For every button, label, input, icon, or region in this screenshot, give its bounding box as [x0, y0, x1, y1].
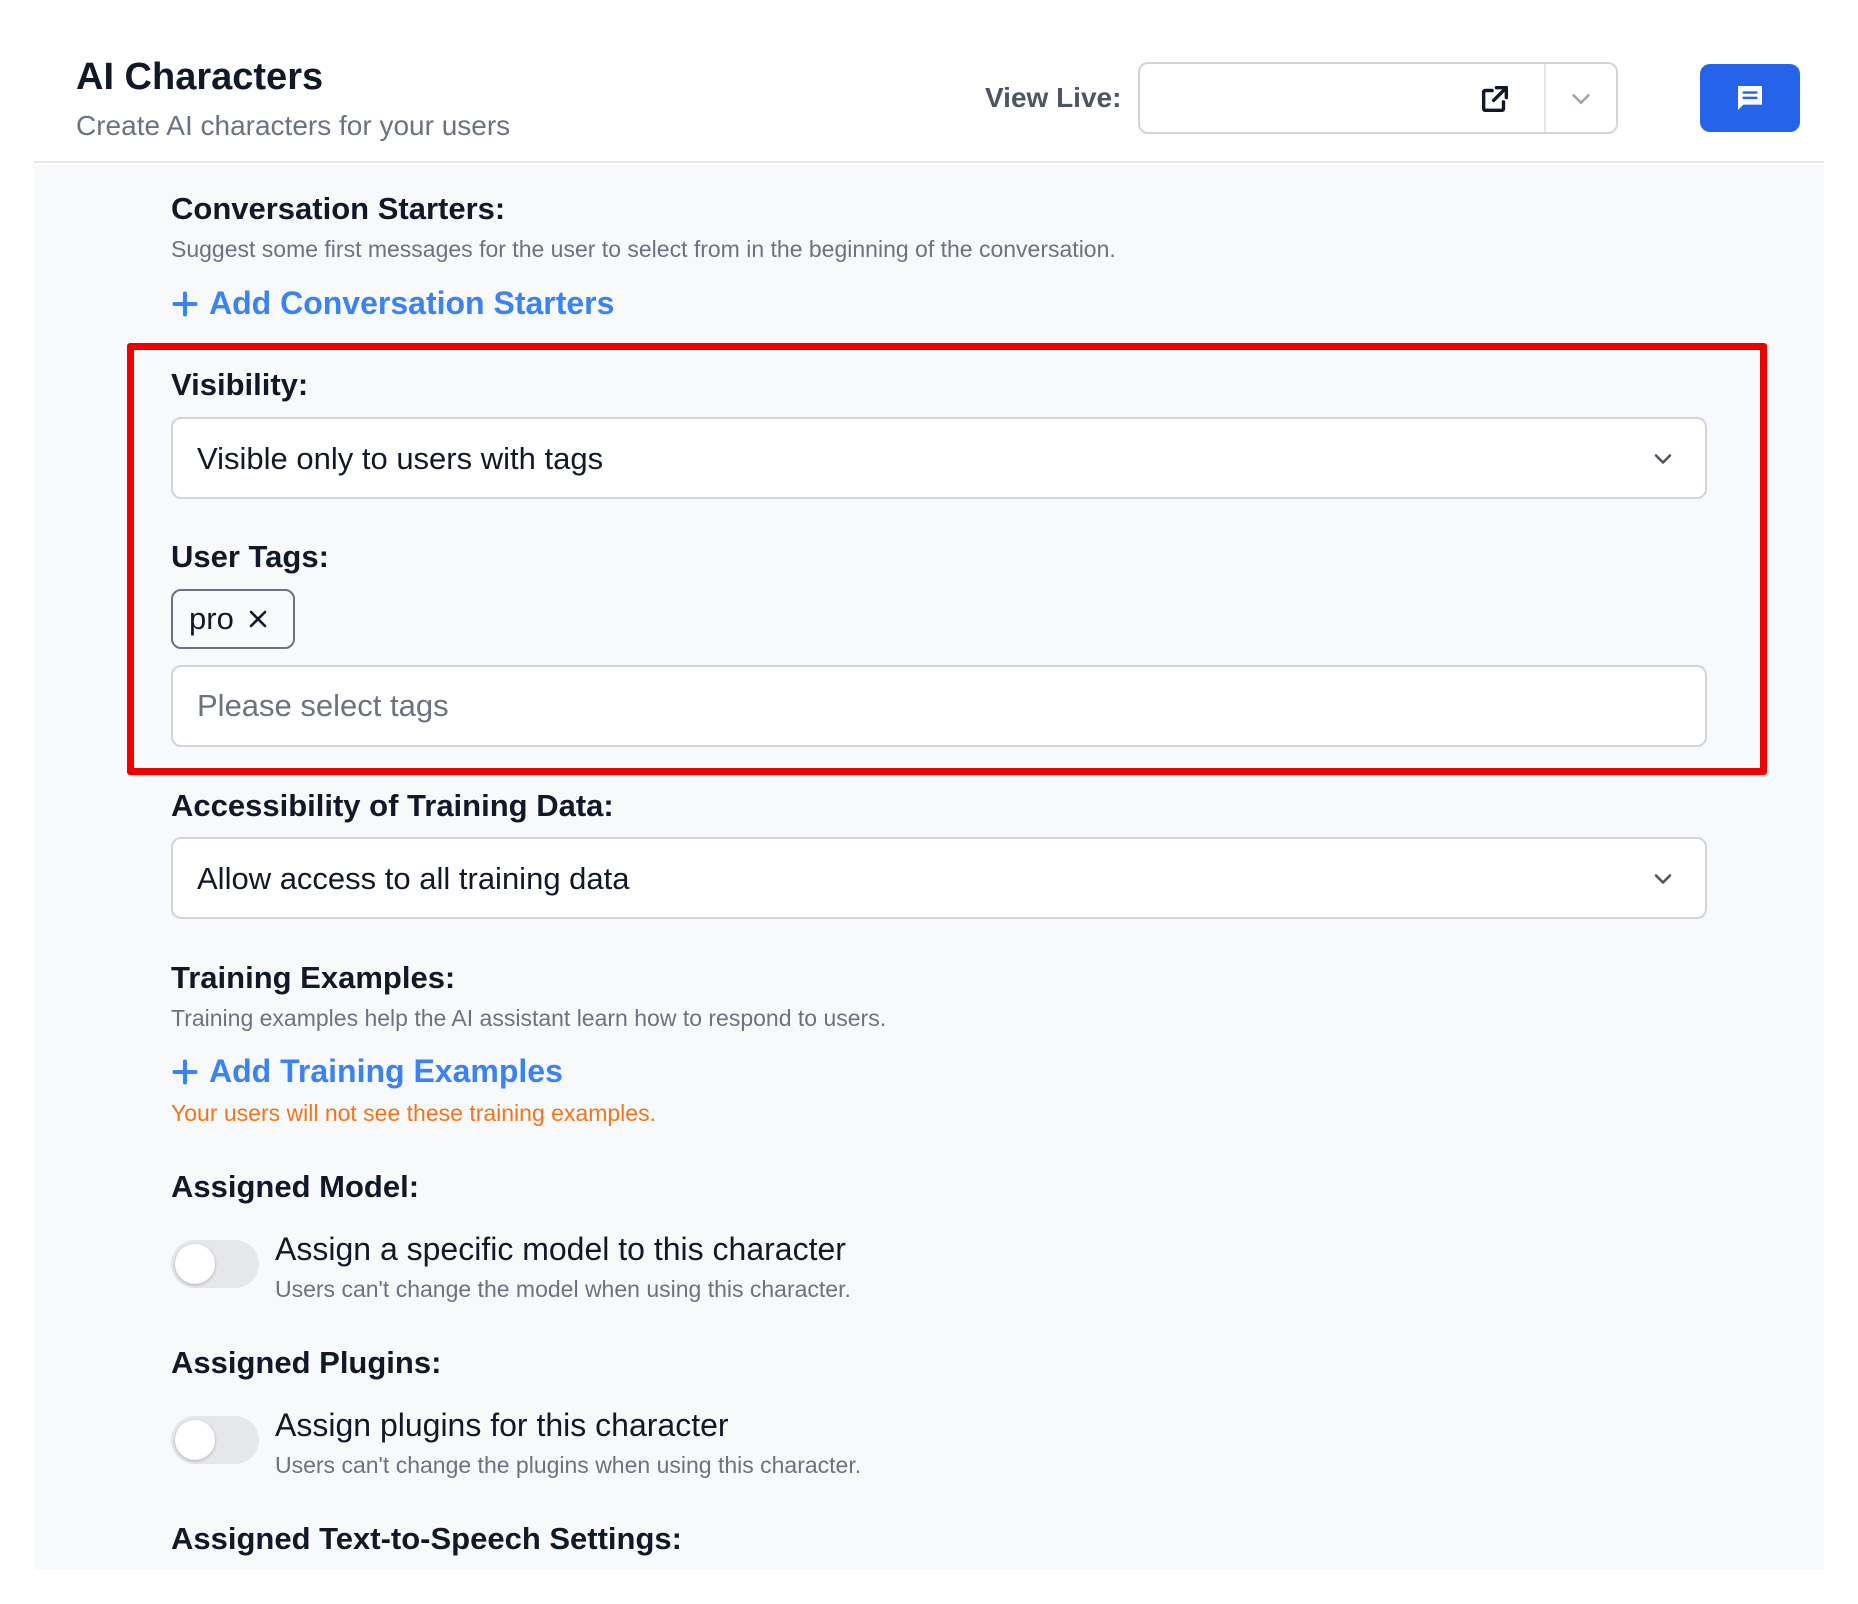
visibility-select[interactable]: Visible only to users with tags: [171, 417, 1707, 499]
add-training-examples-label: Add Training Examples: [209, 1053, 563, 1089]
training-access-label: Accessibility of Training Data:: [171, 788, 614, 823]
view-live-label: View Live:: [985, 82, 1122, 113]
user-tags-label: User Tags:: [171, 539, 329, 574]
close-icon[interactable]: [246, 607, 270, 631]
app-frame: AI Characters Create AI characters for y…: [0, 0, 1858, 1604]
assigned-plugins-description: Users can't change the plugins when usin…: [275, 1452, 862, 1478]
chevron-down-icon[interactable]: [1564, 84, 1598, 114]
training-examples-description: Training examples help the AI assistant …: [171, 1005, 887, 1031]
assigned-model-title: Assign a specific model to this characte…: [275, 1231, 846, 1267]
assigned-model-label: Assigned Model:: [171, 1169, 420, 1204]
tag-chip: pro: [171, 589, 295, 649]
training-examples-label: Training Examples:: [171, 960, 456, 995]
training-access-select[interactable]: Allow access to all training data: [171, 837, 1707, 919]
view-live-select[interactable]: [1138, 62, 1618, 134]
chat-icon: [1738, 86, 1762, 110]
page-title: AI Characters: [76, 56, 324, 98]
training-examples-warning: Your users will not see these training e…: [171, 1100, 656, 1126]
toggle-knob: [175, 1244, 215, 1284]
visibility-label: Visibility:: [171, 367, 309, 402]
add-conversation-starters-button[interactable]: Add Conversation Starters: [171, 285, 614, 322]
plus-icon: [172, 290, 198, 317]
tag-search-input[interactable]: [171, 665, 1707, 747]
training-access-value: Allow access to all training data: [197, 861, 630, 896]
select-divider: [1544, 64, 1546, 132]
conversation-starters-label: Conversation Starters:: [171, 191, 506, 226]
plus-icon: [172, 1058, 198, 1085]
external-link-icon[interactable]: [1478, 82, 1512, 116]
character-form: Conversation Starters: Suggest some firs…: [34, 165, 1824, 1570]
assigned-plugins-toggle[interactable]: [171, 1416, 259, 1464]
chevron-down-icon: [1654, 874, 1672, 884]
chat-button[interactable]: [1700, 64, 1800, 132]
visibility-value: Visible only to users with tags: [197, 441, 604, 476]
assigned-plugins-title: Assign plugins for this character: [275, 1407, 729, 1443]
toggle-knob: [175, 1420, 215, 1460]
chevron-down-icon: [1654, 454, 1672, 464]
tag-chip-label: pro: [189, 601, 234, 636]
assigned-model-toggle[interactable]: [171, 1240, 259, 1288]
assigned-model-description: Users can't change the model when using …: [275, 1276, 851, 1302]
assigned-plugins-label: Assigned Plugins:: [171, 1345, 442, 1380]
page-header: AI Characters Create AI characters for y…: [34, 0, 1824, 163]
add-training-examples-button[interactable]: Add Training Examples: [171, 1053, 563, 1090]
tts-label: Assigned Text-to-Speech Settings:: [171, 1521, 682, 1556]
bottom-margin: [0, 1570, 1858, 1604]
add-conversation-starters-label: Add Conversation Starters: [209, 285, 615, 321]
page-subtitle: Create AI characters for your users: [76, 110, 511, 141]
conversation-starters-description: Suggest some first messages for the user…: [171, 236, 1116, 262]
